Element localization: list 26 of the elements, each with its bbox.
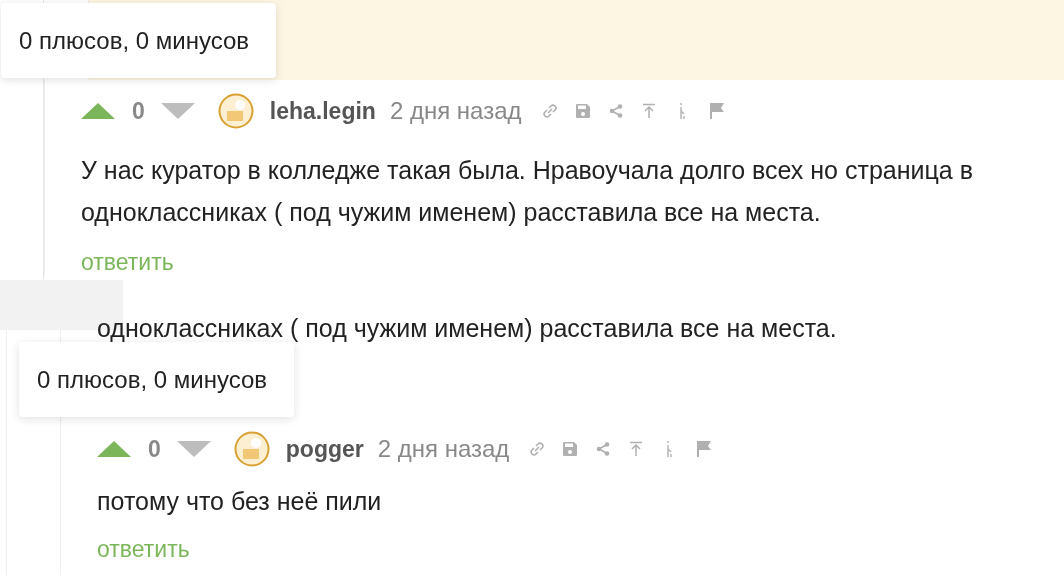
author-name[interactable]: leha.legin <box>269 97 376 125</box>
save-icon[interactable] <box>562 441 579 457</box>
rating: 0 <box>132 97 145 125</box>
reply-link[interactable]: ответить <box>81 249 174 276</box>
avatar-icon[interactable] <box>233 431 270 467</box>
upvote-icon[interactable] <box>97 441 131 457</box>
share-icon[interactable] <box>595 441 612 457</box>
author-name[interactable]: pogger <box>285 435 364 463</box>
rating: 0 <box>148 435 161 463</box>
comment-time[interactable]: 2 дня назад <box>389 97 522 125</box>
upvote-icon[interactable] <box>81 103 115 119</box>
flag-icon[interactable] <box>694 441 713 457</box>
scroll-top-icon[interactable] <box>640 103 657 119</box>
scroll-top-icon[interactable] <box>628 441 645 457</box>
reply-link[interactable]: ответить <box>97 536 190 563</box>
link-icon[interactable] <box>541 103 558 119</box>
link-icon[interactable] <box>529 441 546 457</box>
downvote-icon[interactable] <box>160 103 195 119</box>
comment-time[interactable]: 2 дня назад <box>377 435 510 463</box>
comment-text: У нас куратор в колледже такая была. Нравоучала долго всех но страница в одноклассниках ( под чужим именем) расставила все на места. <box>81 155 974 228</box>
save-icon[interactable] <box>574 103 591 119</box>
comment-text: одноклассниках ( под чужим именем) расставила все на места. <box>97 314 837 343</box>
downvote-icon[interactable] <box>176 441 211 457</box>
comment-text: потому что без неё пили <box>97 486 383 517</box>
share-icon[interactable] <box>607 103 624 119</box>
avatar-icon[interactable] <box>217 93 254 129</box>
